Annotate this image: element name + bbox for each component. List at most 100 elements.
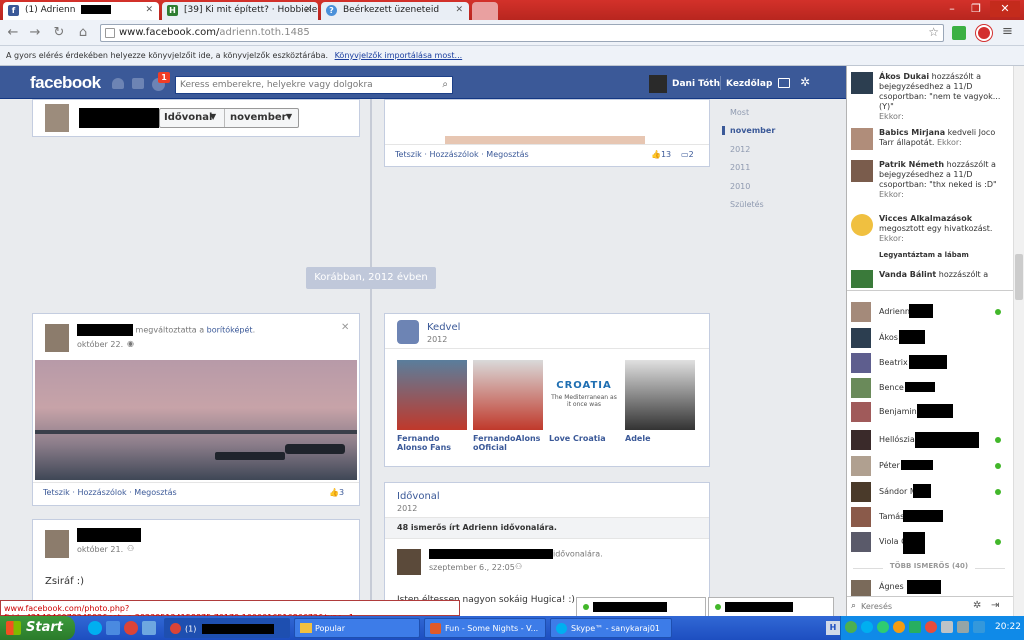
minimize-icon[interactable]: – [941,1,963,17]
likes-box-title[interactable]: Kedvel [427,322,460,333]
search-icon[interactable]: ⌕ [442,79,448,90]
chat-tab-1[interactable] [576,597,706,616]
tray-icon[interactable] [909,621,921,633]
tray-icon[interactable] [877,621,889,633]
taskbar-item-popular[interactable]: Popular [294,618,420,638]
page-photo-adele[interactable] [625,360,695,430]
address-bar[interactable]: www.facebook.com/adrienn.toth.1485 ☆ [100,24,944,42]
chat-friend[interactable]: Adrienn [847,300,1009,324]
tab-messages[interactable]: ? Beérkezett üzeneteid ✕ [321,2,469,20]
home-link[interactable]: Kezdőlap [726,79,772,89]
post-actions[interactable]: Tetszik · Hozzászólok · Megosztás [43,488,177,497]
page-photo-alonso-oficial[interactable] [473,360,543,430]
scrollbar-thumb[interactable] [1015,254,1023,300]
user-avatar[interactable] [649,75,667,93]
messages-icon[interactable] [132,78,144,89]
chat-search-input[interactable]: Keresés [861,602,892,611]
skype-tray-icon[interactable] [861,621,873,633]
likes-count[interactable]: 👍13 [651,150,671,159]
close-window-icon[interactable]: ✕ [990,1,1020,17]
page-name[interactable]: Love Croatia [549,434,621,443]
close-icon[interactable]: ✕ [341,322,349,333]
nav-2012[interactable]: 2012 [722,145,750,154]
page-name[interactable]: FernandoAlonsoOficial [473,434,545,452]
restore-icon[interactable]: ❐ [965,1,987,17]
chat-tab-2[interactable] [708,597,834,616]
chat-scrollbar[interactable] [1013,66,1024,616]
friend-requests-icon[interactable] [112,78,124,89]
skype-quicklaunch-icon[interactable] [88,621,102,635]
page-photo-alonso-fans[interactable] [397,360,467,430]
chat-friend[interactable]: Beatrix [847,351,1009,375]
signal-extension-icon[interactable] [952,26,966,40]
nav-2011[interactable]: 2011 [722,163,750,172]
tab-facebook[interactable]: f (1) Adrienn ✕ [3,2,159,20]
nav-2010[interactable]: 2010 [722,182,750,191]
wall-summary[interactable]: 48 ismerős írt Adrienn idővonalára. [397,523,557,532]
tray-icon[interactable] [893,621,905,633]
post-date[interactable]: október 22. [77,340,123,349]
facebook-search-input[interactable]: Keress emberekre, helyekre vagy dolgokra… [175,76,453,94]
chat-options-gear-icon[interactable]: ✲ [973,600,981,611]
chat-friend[interactable]: Hellószia [847,428,1009,452]
menu-icon[interactable]: ≡ [1002,24,1013,39]
chat-friend[interactable]: Ákos [847,326,1009,350]
cover-photo-image[interactable] [35,360,357,480]
comments-count[interactable]: ▭2 [681,150,694,159]
start-button[interactable]: Start [0,616,75,640]
taskbar-item-skype[interactable]: Skype™ - sanykaraj01 [550,618,672,638]
cover-photo-link[interactable]: borítóképét [207,326,253,335]
media-quicklaunch-icon[interactable] [142,621,156,635]
post-actions[interactable]: Tetszik · Hozzászólok · Megosztás [395,150,529,159]
settings-gear-icon[interactable]: ✲ [800,75,810,89]
wall-box-title[interactable]: Idővonal [397,491,440,502]
tray-icon[interactable] [973,621,985,633]
volume-tray-icon[interactable] [957,621,969,633]
profile-thumbnail[interactable] [45,104,69,132]
chat-friend[interactable]: Tamás [847,505,1009,529]
page-name[interactable]: Fernando Alonso Fans [397,434,469,452]
page-name[interactable]: Adele [625,434,697,443]
import-bookmarks-link[interactable]: Könyvjelzők importálása most... [335,51,463,60]
month-dropdown[interactable]: november [230,112,287,123]
new-tab-button[interactable] [472,2,498,20]
nav-november[interactable]: november [722,126,775,135]
chat-friend[interactable]: Benjamin [847,400,1009,424]
tab-hobbielektronika[interactable]: H [39] Ki mit épített? · Hobbiele ✕ [162,2,318,20]
nav-birth[interactable]: Születés [722,200,764,209]
opera-extension-icon[interactable] [976,25,992,41]
bookmark-star-icon[interactable]: ☆ [928,25,939,39]
tray-icon[interactable] [925,621,937,633]
chat-friend[interactable]: Sándor M [847,480,1009,504]
likes-count[interactable]: 👍3 [329,488,344,497]
timeline-dropdown[interactable]: Idővonal [164,112,212,123]
forward-arrow-icon[interactable]: → [26,24,44,42]
tray-icon[interactable] [845,621,857,633]
close-tab-icon[interactable]: ✕ [455,5,463,15]
privacy-shortcuts-icon[interactable] [778,78,790,88]
nav-now[interactable]: Most [722,108,749,117]
back-arrow-icon[interactable]: ← [4,24,22,42]
profile-link[interactable]: Dani Tóth [672,79,720,89]
pop-out-icon[interactable]: ⇥ [991,600,999,611]
taskbar-item-chrome[interactable]: (1) [164,618,290,638]
taskbar-item-media[interactable]: Fun - Some Nights - V... [424,618,546,638]
chat-friend[interactable]: Péter [847,454,1009,478]
poster-avatar[interactable] [397,549,421,575]
chat-friend[interactable]: Ágnes [847,578,1009,598]
close-tab-icon[interactable]: ✕ [304,5,312,15]
close-tab-icon[interactable]: ✕ [145,5,153,15]
page-photo-love-croatia[interactable]: CROATIA The Mediterranean as it once was [549,360,619,430]
post-date[interactable]: október 21. [77,545,123,554]
clock[interactable]: 20:22 [995,622,1021,632]
reload-icon[interactable]: ↻ [50,24,68,42]
facebook-logo[interactable]: facebook [30,73,101,93]
desktop-quicklaunch-icon[interactable] [106,621,120,635]
home-icon[interactable]: ⌂ [74,24,92,42]
profile-thumbnail[interactable] [45,530,69,558]
language-indicator-icon[interactable]: H [826,621,840,635]
chrome-quicklaunch-icon[interactable] [124,621,138,635]
network-tray-icon[interactable] [941,621,953,633]
chat-friend[interactable]: Viola G [847,530,1009,554]
wall-post-date[interactable]: szeptember 6., 22:05 [429,563,515,572]
